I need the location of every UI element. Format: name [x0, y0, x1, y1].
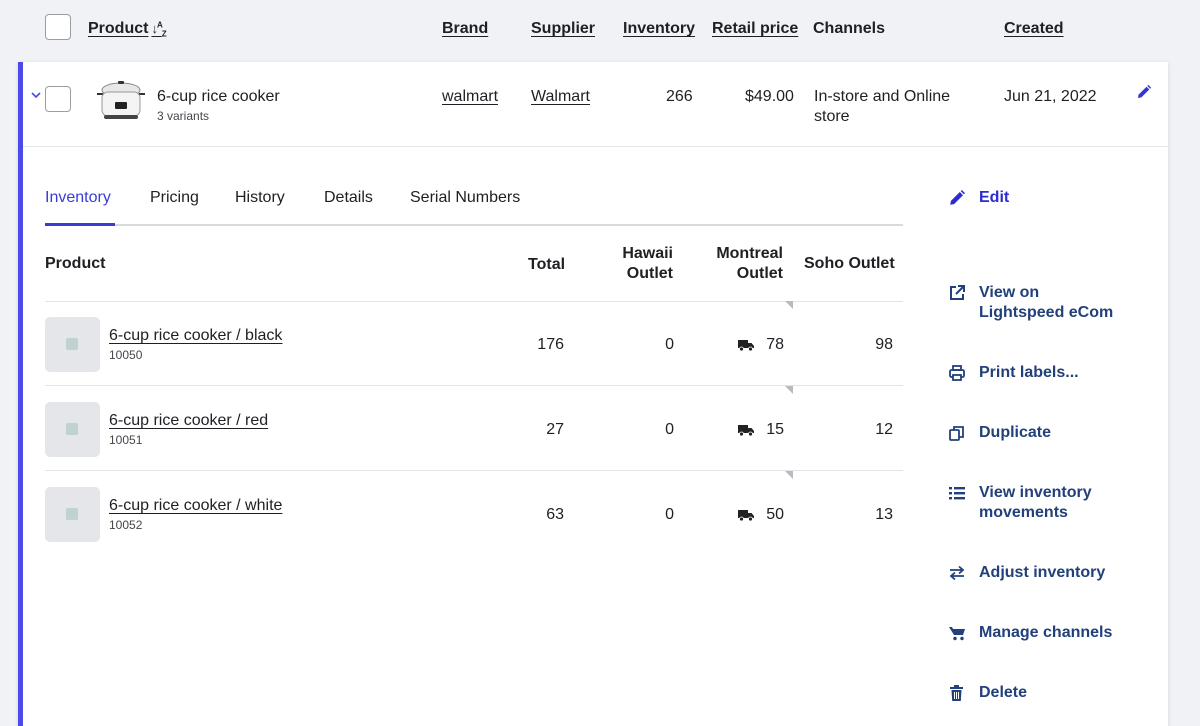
duplicate-icon: [949, 426, 964, 441]
column-header-brand[interactable]: Brand: [442, 20, 488, 38]
tab-details[interactable]: Details: [324, 189, 373, 207]
variant-image-placeholder: [45, 317, 100, 372]
cell-corner-marker: [785, 471, 793, 479]
product-channels-line1: In-store and Online: [814, 88, 951, 105]
duplicate-label: Duplicate: [979, 424, 1052, 441]
variant-image-placeholder: [45, 402, 100, 457]
variant-montreal-qty[interactable]: 78: [748, 336, 784, 354]
column-header-retail-price[interactable]: Retail price: [712, 20, 798, 38]
product-inventory: 266: [666, 88, 693, 105]
active-tab-indicator: [45, 223, 115, 226]
view-inventory-movements-line2: movements: [979, 504, 1068, 521]
printer-icon: [949, 365, 965, 381]
rice-cooker-image: [97, 81, 145, 119]
view-on-ecom-button[interactable]: View on Lightspeed eCom: [948, 283, 1113, 323]
column-header-bar: Product ↓AZ Brand Supplier Inventory Reta…: [0, 0, 1200, 62]
product-card-expanded: 6-cup rice cooker 3 variants walmart Wal…: [18, 62, 1168, 726]
view-inventory-movements-button[interactable]: View inventory movements: [948, 483, 1092, 523]
variant-soho-qty: 98: [875, 336, 893, 353]
product-name[interactable]: 6-cup rice cooker: [157, 88, 280, 106]
table-header-total: Total: [528, 256, 566, 273]
product-supplier-link[interactable]: Walmart: [531, 88, 590, 106]
delete-label: Delete: [979, 684, 1028, 701]
view-inventory-movements-label: View inventory movements: [979, 483, 1092, 523]
product-created-date: Jun 21, 2022: [1004, 88, 1097, 105]
table-header-hawaii-line2: Outlet: [626, 265, 673, 282]
tab-inventory[interactable]: Inventory: [45, 189, 111, 207]
external-link-icon: [950, 285, 965, 300]
product-price: $49.00: [745, 88, 794, 105]
column-header-supplier[interactable]: Supplier: [531, 20, 595, 38]
trash-icon: [950, 685, 963, 701]
variant-montreal-qty[interactable]: 50: [748, 506, 784, 524]
variant-total: 63: [546, 506, 564, 523]
product-channels: In-store and Online store: [814, 87, 950, 127]
sort-icon[interactable]: ↓AZ: [151, 21, 166, 39]
product-channels-line2: store: [814, 108, 850, 125]
cart-icon: [949, 627, 965, 641]
variant-hawaii-qty: 0: [665, 336, 674, 353]
cell-corner-marker: [785, 301, 793, 309]
manage-channels-button[interactable]: Manage channels: [948, 623, 1112, 643]
select-all-checkbox[interactable]: [45, 14, 71, 40]
variant-sku: 10051: [109, 433, 143, 447]
tab-history[interactable]: History: [235, 189, 285, 207]
detail-tabs: Inventory Pricing History Details Serial…: [45, 184, 903, 226]
duplicate-button[interactable]: Duplicate: [948, 423, 1051, 443]
variant-total: 176: [537, 336, 564, 353]
variant-montreal-qty[interactable]: 15: [748, 421, 784, 439]
list-icon: [949, 487, 965, 500]
view-on-ecom-label: View on Lightspeed eCom: [979, 283, 1113, 323]
table-header-montreal-line2: Outlet: [736, 265, 783, 282]
table-header-montreal-line1: Montreal: [716, 245, 783, 262]
product-checkbox[interactable]: [45, 86, 71, 112]
variant-name-link[interactable]: 6-cup rice cooker / black: [109, 327, 282, 345]
row-divider: [45, 385, 903, 386]
print-labels-button[interactable]: Print labels...: [948, 363, 1079, 383]
variant-total: 27: [546, 421, 564, 438]
variant-count: 3 variants: [157, 109, 210, 123]
pencil-icon[interactable]: [1136, 84, 1152, 100]
chevron-down-icon[interactable]: [31, 88, 41, 102]
tab-serial-numbers[interactable]: Serial Numbers: [410, 189, 520, 207]
column-header-inventory[interactable]: Inventory: [623, 20, 695, 38]
adjust-inventory-button[interactable]: Adjust inventory: [948, 563, 1105, 583]
variant-name-link[interactable]: 6-cup rice cooker / red: [109, 412, 268, 430]
table-header-product: Product: [45, 255, 106, 272]
print-labels-label: Print labels...: [979, 364, 1079, 381]
column-header-product-label: Product: [88, 20, 149, 37]
row-divider: [45, 470, 903, 471]
variant-soho-qty: 13: [875, 506, 893, 523]
column-header-created[interactable]: Created: [1004, 20, 1064, 38]
variant-sku: 10052: [109, 518, 143, 532]
edit-label: Edit: [979, 189, 1010, 206]
variant-hawaii-qty: 0: [665, 506, 674, 523]
table-header-hawaii: Hawaii Outlet: [618, 244, 673, 284]
pencil-icon: [950, 190, 965, 205]
cell-corner-marker: [785, 386, 793, 394]
manage-channels-label: Manage channels: [979, 624, 1113, 641]
variant-hawaii-qty: 0: [665, 421, 674, 438]
variant-soho-qty: 12: [875, 421, 893, 438]
variant-sku: 10050: [109, 348, 143, 362]
column-header-channels: Channels: [813, 20, 886, 37]
product-row[interactable]: 6-cup rice cooker 3 variants walmart Wal…: [23, 62, 1168, 147]
swap-arrows-icon: [949, 565, 965, 581]
table-header-soho: Soho Outlet: [804, 255, 895, 272]
variant-name-link[interactable]: 6-cup rice cooker / white: [109, 497, 282, 515]
view-on-ecom-label-line1: View on: [979, 284, 1040, 301]
product-brand-link[interactable]: walmart: [442, 88, 498, 106]
variant-image-placeholder: [45, 487, 100, 542]
edit-button[interactable]: Edit: [948, 188, 1009, 208]
tab-pricing[interactable]: Pricing: [150, 189, 199, 207]
view-inventory-movements-line1: View inventory: [979, 484, 1092, 501]
column-header-product[interactable]: Product ↓AZ: [88, 20, 167, 39]
adjust-inventory-label: Adjust inventory: [979, 564, 1106, 581]
view-on-ecom-label-line2: Lightspeed eCom: [979, 304, 1114, 321]
row-divider: [45, 301, 903, 302]
delete-button[interactable]: Delete: [948, 683, 1027, 703]
table-header-hawaii-line1: Hawaii: [622, 245, 673, 262]
table-header-montreal: Montreal Outlet: [703, 244, 783, 284]
